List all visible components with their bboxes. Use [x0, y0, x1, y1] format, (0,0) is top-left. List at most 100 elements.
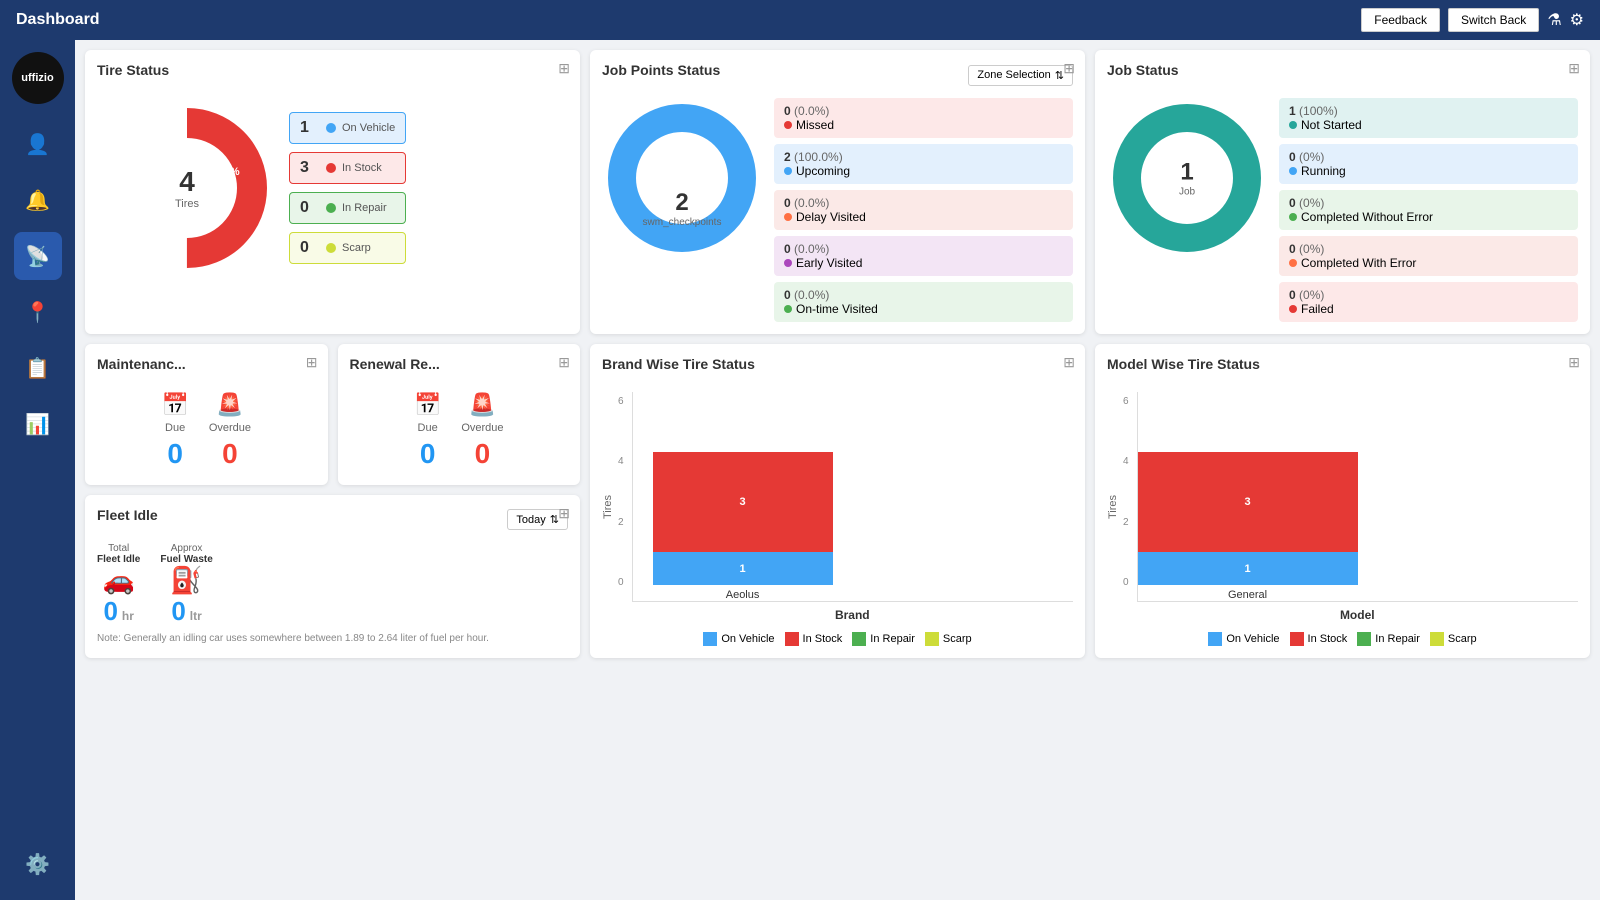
brand-legend-box [785, 632, 799, 646]
fleet-total-label: Total [108, 543, 129, 554]
maint-title: Maintenanc... [97, 356, 186, 372]
jp-label: Early Visited [784, 256, 1063, 270]
job-points-chart: 2 swm_checkpoints [602, 98, 762, 322]
renewal-due-value: 0 [420, 438, 436, 470]
maint-overdue-icon: 🚨 [216, 392, 243, 418]
job-point-status-item: 0 (0.0%) Delay Visited [774, 190, 1073, 230]
sidebar-item-user[interactable]: 👤 [14, 120, 62, 168]
model-y-tick-4: 4 [1123, 456, 1129, 467]
legend-count: 0 [300, 239, 320, 257]
js-label: Running [1289, 164, 1568, 178]
sidebar-item-location[interactable]: 📍 [14, 288, 62, 336]
brand-legend-item: On Vehicle [703, 632, 774, 646]
model-wise-expand-icon[interactable]: ⊞ [1568, 354, 1580, 371]
model-wise-y-label-wrapper: Tires [1107, 392, 1119, 622]
sidebar-item-settings[interactable]: ⚙️ [14, 840, 62, 888]
filter-icon[interactable]: ⚗ [1547, 10, 1561, 30]
legend-dot [326, 163, 336, 173]
tire-legend-item: 1 On Vehicle [289, 112, 406, 144]
model-legend-label: Scarp [1448, 633, 1477, 645]
brand-legend-box [925, 632, 939, 646]
fleet-fuel-value: 0 ltr [171, 596, 201, 627]
brand-wise-chart-wrapper: Tires 6 4 2 0 3 1 [602, 392, 1073, 622]
model-general-bar: 3 1 [1138, 452, 1358, 585]
model-legend-box [1290, 632, 1304, 646]
brand-aeolus-label: Aeolus [726, 589, 760, 601]
model-legend-box [1430, 632, 1444, 646]
model-general-label: General [1228, 589, 1267, 601]
sidebar-item-report[interactable]: 📋 [14, 344, 62, 392]
brand-wise-expand-icon[interactable]: ⊞ [1063, 354, 1075, 371]
tire-legend-item: 3 In Stock [289, 152, 406, 184]
jp-label: Upcoming [784, 164, 1063, 178]
feedback-button[interactable]: Feedback [1361, 8, 1440, 32]
maint-due-value: 0 [167, 438, 183, 470]
job-points-title: Job Points Status [602, 62, 720, 78]
renewal-due-label: Due [418, 422, 438, 434]
tire-pct-25: 25% [218, 166, 240, 178]
job-points-expand-icon[interactable]: ⊞ [1063, 60, 1075, 77]
fleet-fleet-idle-label: Fleet Idle [97, 554, 140, 565]
maint-overdue-label: Overdue [209, 422, 251, 434]
jp-count: 0 (0.0%) [784, 288, 1063, 302]
brand-legend-label: In Repair [870, 633, 915, 645]
fleet-approx-label: Approx [171, 543, 203, 554]
js-label: Not Started [1289, 118, 1568, 132]
job-points-center: 2 swm_checkpoints [643, 158, 722, 258]
fleet-idle-car-icon: 🚗 [102, 565, 134, 596]
job-status-center-num: 1 [1179, 159, 1195, 187]
job-point-status-item: 0 (0.0%) Missed [774, 98, 1073, 138]
sidebar-item-bell[interactable]: 🔔 [14, 176, 62, 224]
brand-wise-y-axis: 6 4 2 0 [618, 392, 624, 592]
header-actions: Feedback Switch Back ⚗ ⚙ [1361, 8, 1584, 32]
sidebar-item-dashboard[interactable]: 📡 [14, 232, 62, 280]
legend-count: 3 [300, 159, 320, 177]
tire-center-num: 4 [175, 166, 199, 198]
model-legend-item: In Stock [1290, 632, 1348, 646]
model-wise-chart-wrapper: Tires 6 4 2 0 3 1 Genera [1107, 392, 1578, 622]
maint-renewal-wrapper: Maintenanc... ⊞ 📅 Due 0 🚨 Overdue 0 [85, 344, 580, 485]
model-y-tick-2: 2 [1123, 517, 1129, 528]
js-dot [1289, 121, 1297, 129]
renewal-due-item: 📅 Due 0 [414, 392, 441, 470]
maint-overdue-item: 🚨 Overdue 0 [209, 392, 251, 470]
brand-wise-chart-area: 3 1 Aeolus Brand [632, 392, 1073, 622]
settings-icon[interactable]: ⚙ [1570, 10, 1584, 30]
zone-selection-button[interactable]: Zone Selection ⇅ [968, 65, 1073, 86]
job-status-expand-icon[interactable]: ⊞ [1568, 60, 1580, 77]
page-title: Dashboard [16, 11, 100, 29]
maint-items: 📅 Due 0 🚨 Overdue 0 [97, 392, 316, 470]
model-legend-item: On Vehicle [1208, 632, 1279, 646]
jp-dot [784, 213, 792, 221]
renewal-expand-icon[interactable]: ⊞ [558, 354, 570, 371]
model-wise-card: Model Wise Tire Status ⊞ Tires 6 4 2 0 [1095, 344, 1590, 658]
fleet-expand-icon[interactable]: ⊞ [558, 505, 570, 522]
sidebar-item-analytics[interactable]: 📊 [14, 400, 62, 448]
tire-pct-75: 75% [119, 215, 141, 227]
fleet-fuel-num: 0 [171, 596, 185, 627]
maintenance-card: Maintenanc... ⊞ 📅 Due 0 🚨 Overdue 0 [85, 344, 328, 485]
model-legend-box [1208, 632, 1222, 646]
tire-legend-item: 0 In Repair [289, 192, 406, 224]
brand-x-label: Brand [632, 608, 1073, 622]
js-count: 0 (0%) [1289, 196, 1568, 210]
tire-status-expand-icon[interactable]: ⊞ [558, 60, 570, 77]
maint-expand-icon[interactable]: ⊞ [306, 354, 318, 371]
jp-dot [784, 259, 792, 267]
tire-center-label: Tires [175, 198, 199, 210]
fleet-fuel-waste-label: Fuel Waste [160, 554, 212, 565]
job-point-status-item: 0 (0.0%) Early Visited [774, 236, 1073, 276]
job-status-legend: 1 (100%) Not Started 0 (0%) Running 0 (0… [1279, 98, 1578, 322]
brand-wise-title: Brand Wise Tire Status [602, 356, 755, 372]
legend-dot [326, 243, 336, 253]
brand-legend-label: Scarp [943, 633, 972, 645]
job-point-status-item: 0 (0.0%) On-time Visited [774, 282, 1073, 322]
y-tick-6: 6 [618, 396, 624, 407]
switch-back-button[interactable]: Switch Back [1448, 8, 1539, 32]
fleet-idle-total-item: Total Fleet Idle 🚗 0 hr [97, 543, 140, 627]
brand-wise-header: Brand Wise Tire Status ⊞ [602, 356, 1073, 382]
js-label: Completed Without Error [1289, 210, 1568, 224]
model-general-bar-group: 3 1 General [1148, 452, 1348, 601]
renewal-title: Renewal Re... [350, 356, 440, 372]
tire-donut-chart: 4 Tires 25% 75% [97, 98, 277, 278]
